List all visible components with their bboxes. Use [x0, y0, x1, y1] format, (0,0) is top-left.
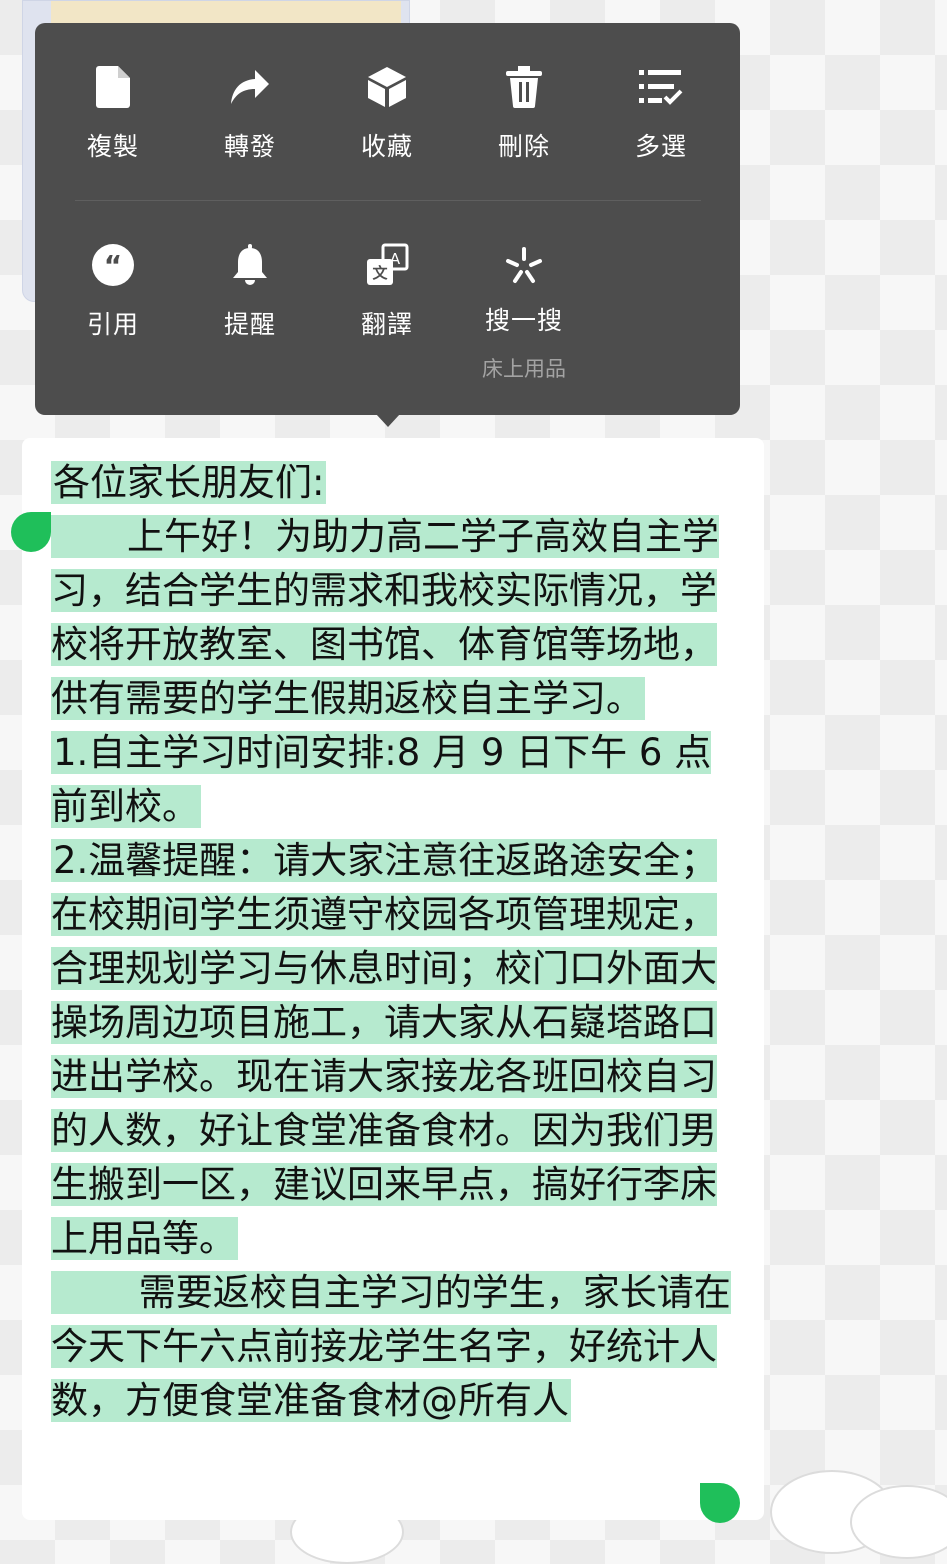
menu-item-label: 多選 — [634, 132, 687, 161]
menu-item-label: 提醒 — [223, 310, 276, 339]
copy-icon — [96, 66, 130, 108]
menu-item-favorite[interactable]: 收藏 — [322, 63, 452, 163]
menu-item-label: 搜一搜 — [484, 306, 563, 335]
svg-text:文: 文 — [372, 264, 388, 282]
search-sparkle-icon — [506, 247, 542, 283]
menu-item-search[interactable]: 搜一搜 床上用品 — [459, 241, 589, 383]
message-item-2: 2.温馨提醒：请大家注意往返路途安全；在校期间学生须遵守校园各项管理规定，合理规… — [51, 839, 718, 1260]
selection-end-handle[interactable] — [700, 1483, 740, 1523]
list-check-icon — [639, 70, 683, 105]
menu-item-remind[interactable]: 提醒 — [185, 241, 315, 341]
context-menu: 複製 轉發 收藏 刪除 多選 “ 引用 提醒 A 文 翻譯 搜一搜 床上用品 — [35, 23, 740, 415]
menu-item-multiselect[interactable]: 多選 — [596, 63, 726, 163]
menu-item-label: 收藏 — [360, 132, 413, 161]
message-paragraph: 上午好！为助力高二学子高效自主学习，结合学生的需求和我校实际情况，学校将开放教室… — [51, 515, 719, 720]
message-text[interactable]: 各位家长朋友们: 上午好！为助力高二学子高效自主学习，结合学生的需求和我校实际情… — [51, 456, 741, 1428]
translate-icon: A文 — [367, 243, 409, 285]
menu-item-label: 轉發 — [223, 132, 276, 161]
quote-icon: “ — [92, 244, 134, 286]
menu-item-label: 引用 — [86, 310, 139, 339]
menu-item-quote[interactable]: “ 引用 — [48, 241, 178, 341]
menu-item-label: 翻譯 — [360, 310, 413, 339]
trash-icon — [506, 66, 542, 108]
selection-start-handle[interactable] — [11, 512, 51, 552]
menu-item-forward[interactable]: 轉發 — [185, 63, 315, 163]
message-item-1: 1.自主学习时间安排:8 月 9 日下午 6 点前到校。 — [51, 731, 712, 828]
menu-item-translate[interactable]: A文 翻譯 — [322, 241, 452, 341]
search-suggestion: 床上用品 — [482, 357, 566, 381]
svg-text:“: “ — [104, 249, 122, 282]
bell-icon — [233, 244, 267, 285]
cube-icon — [368, 67, 406, 107]
menu-divider — [75, 200, 701, 201]
menu-item-label: 複製 — [86, 132, 139, 161]
menu-item-delete[interactable]: 刪除 — [459, 63, 589, 163]
menu-pointer — [376, 414, 400, 427]
message-greeting: 各位家长朋友们: — [51, 461, 327, 504]
menu-item-copy[interactable]: 複製 — [48, 63, 178, 163]
forward-icon — [231, 70, 269, 104]
cloud-decoration — [850, 1485, 947, 1559]
menu-item-label: 刪除 — [497, 132, 550, 161]
message-paragraph: 需要返校自主学习的学生，家长请在今天下午六点前接龙学生名字，好统计人数，方便食堂… — [51, 1271, 731, 1422]
previous-message-image-strip — [51, 1, 401, 23]
